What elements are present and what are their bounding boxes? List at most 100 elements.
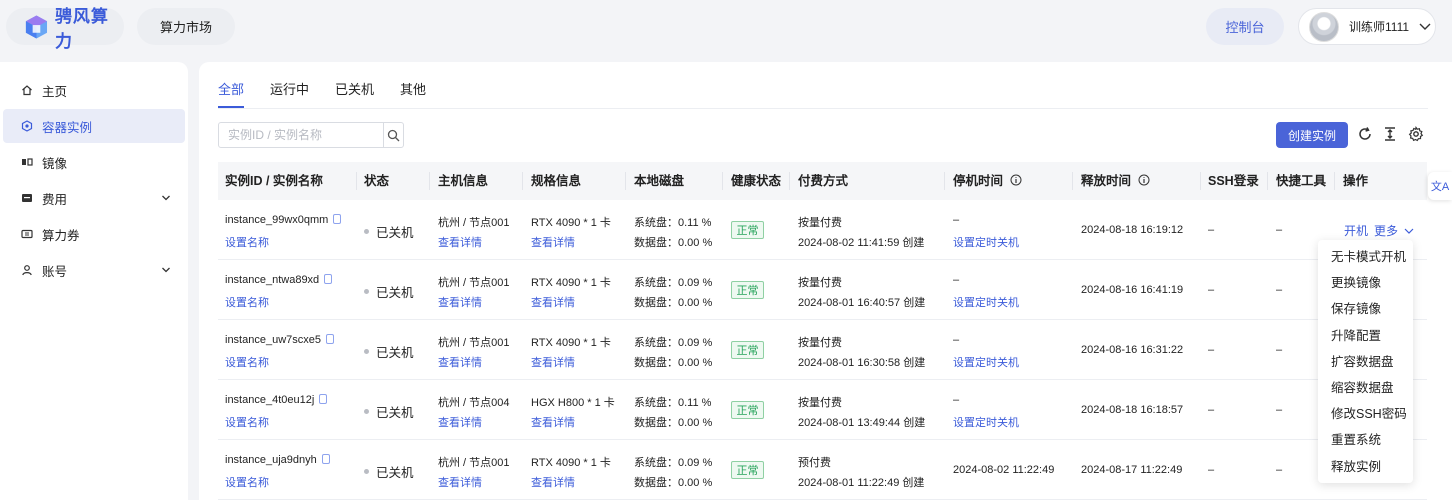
host-details-link[interactable]: 查看详情 xyxy=(438,414,482,430)
spec-details-link[interactable]: 查看详情 xyxy=(531,234,575,250)
info-icon[interactable] xyxy=(1010,174,1022,186)
search-button[interactable] xyxy=(383,123,403,147)
tab-other[interactable]: 其他 xyxy=(400,76,426,108)
instance-id-cell: instance_4t0eu12j xyxy=(225,394,328,406)
menu-item-shrink-data-disk[interactable]: 缩容数据盘 xyxy=(1318,375,1413,401)
status-cell: 已关机 xyxy=(364,402,414,421)
copy-icon[interactable] xyxy=(319,394,328,404)
quick-tools: – xyxy=(1276,464,1283,476)
set-name-link[interactable]: 设置名称 xyxy=(225,474,269,490)
menu-item-release-instance[interactable]: 释放实例 xyxy=(1318,454,1413,480)
tab-stopped[interactable]: 已关机 xyxy=(335,76,374,108)
ssh-login: – xyxy=(1208,284,1215,296)
spec-info: RTX 4090 * 1 卡 xyxy=(531,457,611,469)
sidebar-item-billing[interactable]: 费用 xyxy=(3,181,185,215)
tab-all[interactable]: 全部 xyxy=(218,76,245,108)
refresh-icon[interactable] xyxy=(1357,126,1373,142)
menu-item-start-without-gpu[interactable]: 无卡模式开机 xyxy=(1318,244,1413,270)
host-info: 杭州 / 节点001 xyxy=(438,277,510,289)
sidebar-item-account[interactable]: 账号 xyxy=(3,253,185,287)
search-input[interactable] xyxy=(219,123,383,147)
sidebar-item-coupons[interactable]: 算力券 xyxy=(3,217,185,251)
health-badge: 正常 xyxy=(731,461,764,479)
coupon-icon xyxy=(21,229,33,239)
search-icon xyxy=(387,129,400,141)
spec-details-link[interactable]: 查看详情 xyxy=(531,414,575,430)
column-header-spec: 规格信息 xyxy=(531,174,582,188)
host-details-link[interactable]: 查看详情 xyxy=(438,234,482,250)
main-panel: 全部 运行中 已关机 其他 创建实例 实例ID / 实例名称 状态 主机信息 规… xyxy=(199,62,1452,500)
schedule-shutdown-link[interactable]: 设置定时关机 xyxy=(953,294,1019,310)
payment-type: 按量付费 xyxy=(798,337,842,349)
release-time: 2024-08-18 16:19:12 xyxy=(1081,224,1184,236)
status-text: 已关机 xyxy=(376,346,414,360)
console-button[interactable]: 控制台 xyxy=(1206,8,1284,45)
spec-details-link[interactable]: 查看详情 xyxy=(531,474,575,490)
ssh-login: – xyxy=(1208,464,1215,476)
sidebar-item-label: 镜像 xyxy=(42,156,68,171)
copy-icon[interactable] xyxy=(324,274,333,284)
chevron-down-icon xyxy=(1419,23,1431,30)
copy-icon[interactable] xyxy=(321,454,330,464)
status-cell: 已关机 xyxy=(364,342,414,361)
info-icon[interactable] xyxy=(1138,174,1150,186)
set-name-link[interactable]: 设置名称 xyxy=(225,414,269,430)
host-info: 杭州 / 节点001 xyxy=(438,337,510,349)
spec-details-link[interactable]: 查看详情 xyxy=(531,354,575,370)
payment-type: 预付费 xyxy=(798,457,831,469)
quick-tools: – xyxy=(1276,224,1283,236)
schedule-shutdown-link[interactable]: 设置定时关机 xyxy=(953,234,1019,250)
column-divider xyxy=(1200,172,1201,190)
menu-item-reset-system[interactable]: 重置系统 xyxy=(1318,427,1413,453)
sidebar-item-images[interactable]: 镜像 xyxy=(3,145,185,179)
user-menu[interactable]: 训练师1111 xyxy=(1298,8,1436,45)
host-details-link[interactable]: 查看详情 xyxy=(438,354,482,370)
schedule-shutdown-link[interactable]: 设置定时关机 xyxy=(953,354,1019,370)
menu-item-resize-config[interactable]: 升降配置 xyxy=(1318,323,1413,349)
column-divider xyxy=(522,172,523,190)
stop-time: 2024-08-02 11:22:49 xyxy=(953,464,1055,476)
set-name-link[interactable]: 设置名称 xyxy=(225,354,269,370)
instance-id-cell: instance_uw7scxe5 xyxy=(225,334,335,346)
column-header-instance: 实例ID / 实例名称 xyxy=(225,174,323,188)
table-row: instance_uja9dnyh 设置名称 已关机 杭州 / 节点001 查看… xyxy=(218,440,1427,500)
release-time: 2024-08-16 16:31:22 xyxy=(1081,344,1184,356)
column-divider xyxy=(1072,172,1073,190)
home-icon xyxy=(22,85,32,96)
set-name-link[interactable]: 设置名称 xyxy=(225,294,269,310)
menu-item-change-ssh-password[interactable]: 修改SSH密码 xyxy=(1318,401,1413,427)
menu-item-expand-data-disk[interactable]: 扩容数据盘 xyxy=(1318,349,1413,375)
system-disk-usage: 系统盘：0.09 % xyxy=(634,337,713,349)
schedule-shutdown-link[interactable]: 设置定时关机 xyxy=(953,414,1019,430)
column-divider xyxy=(429,172,430,190)
brand-logo[interactable]: 骋风算力 xyxy=(6,7,124,51)
settings-gear-icon[interactable] xyxy=(1408,126,1424,142)
copy-icon[interactable] xyxy=(333,214,342,224)
tab-running[interactable]: 运行中 xyxy=(270,76,309,108)
column-header-tools: 快捷工具 xyxy=(1276,174,1327,188)
status-dot xyxy=(364,469,369,474)
sidebar: 主页 容器实例 镜像 费用 算力券 账号 xyxy=(0,62,188,500)
menu-item-change-image[interactable]: 更换镜像 xyxy=(1318,270,1413,296)
menu-item-save-image[interactable]: 保存镜像 xyxy=(1318,296,1413,322)
user-name: 训练师1111 xyxy=(1349,20,1410,34)
spec-details-link[interactable]: 查看详情 xyxy=(531,294,575,310)
sidebar-item-home[interactable]: 主页 xyxy=(3,73,185,107)
health-badge: 正常 xyxy=(731,341,764,359)
sidebar-item-container-instances[interactable]: 容器实例 xyxy=(3,109,185,143)
copy-icon[interactable] xyxy=(326,334,335,344)
translate-icon[interactable]: 文A xyxy=(1428,172,1452,200)
spec-info: RTX 4090 * 1 卡 xyxy=(531,277,611,289)
column-height-icon[interactable] xyxy=(1382,126,1398,142)
created-time: 2024-08-01 11:22:49 创建 xyxy=(798,477,925,489)
more-actions-menu: 无卡模式开机 更换镜像 保存镜像 升降配置 扩容数据盘 缩容数据盘 修改SSH密… xyxy=(1318,240,1413,483)
set-name-link[interactable]: 设置名称 xyxy=(225,234,269,250)
compute-market-button[interactable]: 算力市场 xyxy=(137,8,235,45)
host-details-link[interactable]: 查看详情 xyxy=(438,474,482,490)
sidebar-item-label: 主页 xyxy=(42,84,68,99)
host-details-link[interactable]: 查看详情 xyxy=(438,294,482,310)
instance-id-cell: instance_99wx0qmm xyxy=(225,214,342,226)
power-on-button[interactable]: 开机 xyxy=(1344,222,1368,239)
more-actions-button[interactable]: 更多 xyxy=(1374,222,1414,239)
create-instance-button[interactable]: 创建实例 xyxy=(1276,122,1348,148)
